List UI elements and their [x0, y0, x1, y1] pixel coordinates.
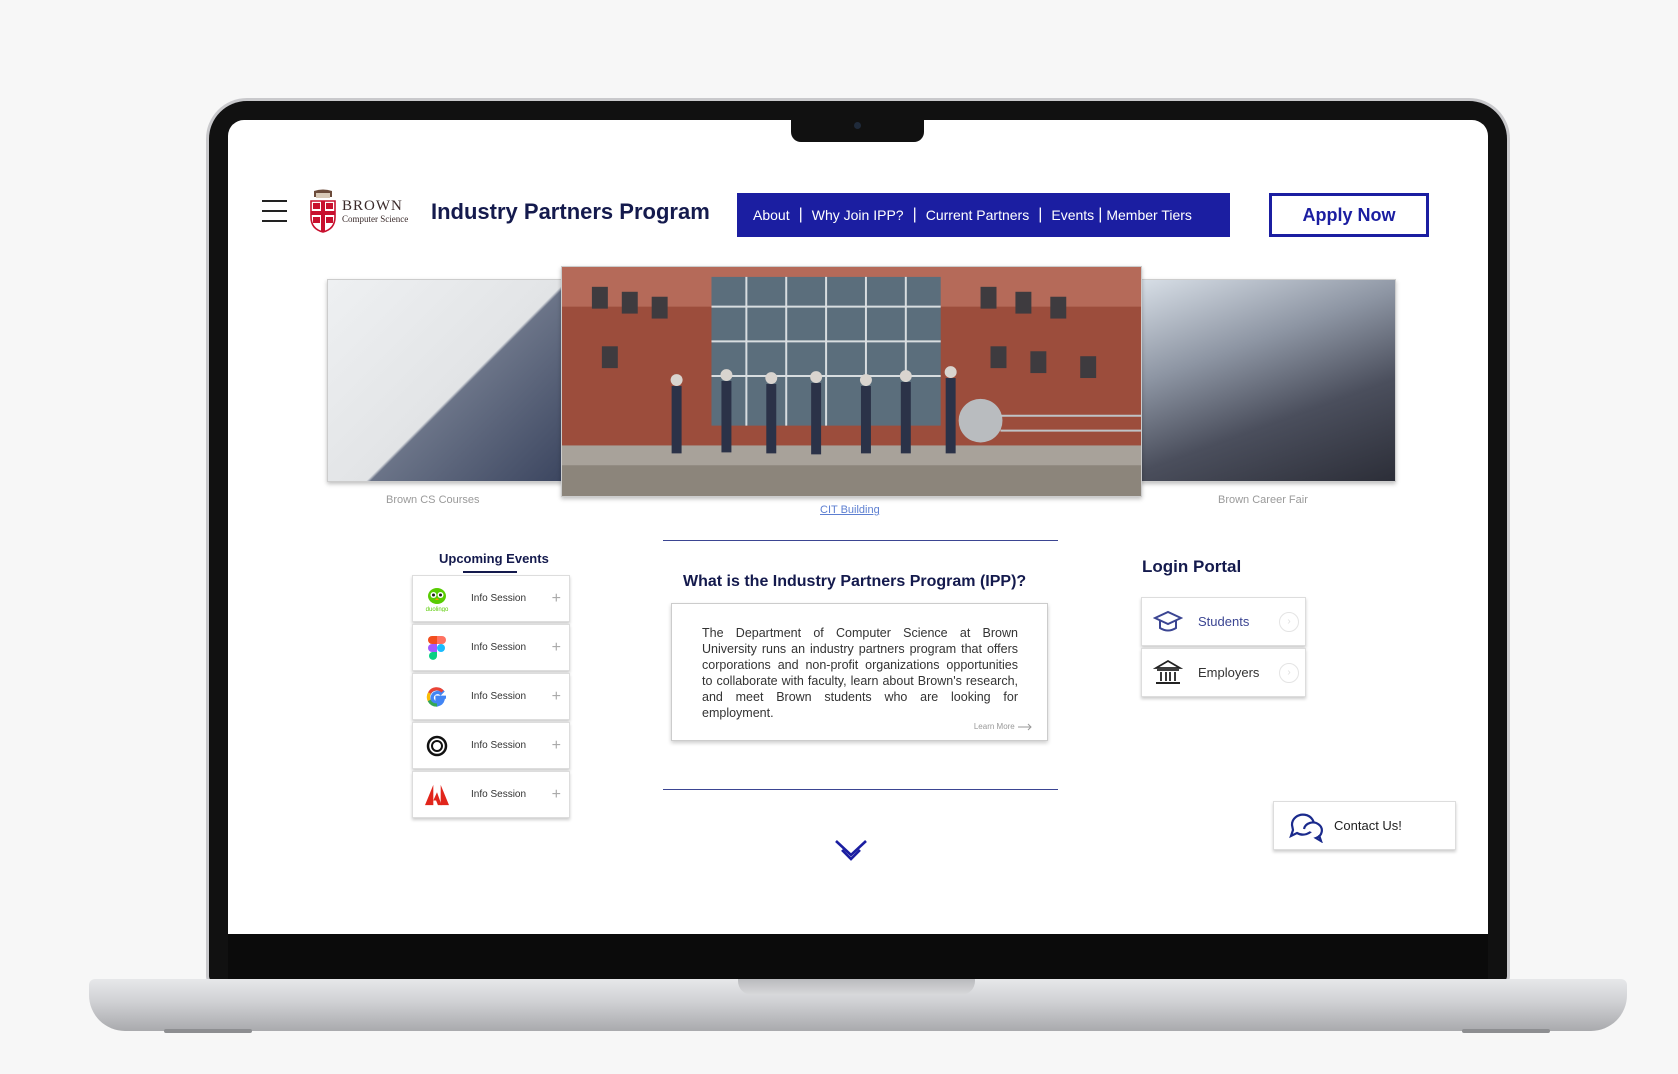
- brown-shield-icon: [310, 189, 336, 233]
- plus-icon[interactable]: +: [552, 639, 561, 657]
- events-title-underline: [463, 571, 517, 573]
- event-item-duolingo[interactable]: duolingo Info Session +: [412, 575, 570, 622]
- figma-icon: [425, 635, 449, 660]
- students-label: Students: [1198, 614, 1250, 629]
- caption-career-fair: Brown Career Fair: [1218, 494, 1308, 506]
- carousel-photo-career-fair[interactable]: [1140, 279, 1396, 482]
- upcoming-events-title: Upcoming Events: [439, 551, 549, 566]
- ipp-description-card: The Department of Computer Science at Br…: [671, 603, 1048, 741]
- scroll-down-chevron-icon[interactable]: [833, 838, 869, 864]
- laptop-foot: [1462, 1029, 1550, 1033]
- google-icon: [425, 685, 449, 709]
- nav-why-join[interactable]: Why Join IPP?: [812, 207, 904, 223]
- apply-now-button[interactable]: Apply Now: [1269, 193, 1429, 237]
- chat-bubbles-icon: [1289, 813, 1323, 843]
- adobe-icon: [425, 783, 449, 807]
- caption-cs-courses: Brown CS Courses: [386, 494, 480, 506]
- carousel-photo-cit-building[interactable]: [561, 266, 1142, 497]
- laptop-opening-notch: [738, 979, 975, 995]
- event-item-adobe[interactable]: Info Session +: [412, 771, 570, 818]
- event-label: Info Session: [471, 642, 527, 653]
- hamburger-menu-icon[interactable]: [262, 200, 287, 222]
- chevron-right-icon: ›: [1279, 611, 1299, 632]
- chevron-right-icon: ›: [1279, 662, 1299, 683]
- camera-icon: [854, 122, 861, 129]
- students-login-button[interactable]: Students ›: [1141, 597, 1306, 646]
- ipp-description: The Department of Computer Science at Br…: [702, 626, 1018, 720]
- divider-bottom: [663, 789, 1058, 790]
- laptop-foot: [164, 1029, 252, 1033]
- plus-icon[interactable]: +: [552, 786, 561, 804]
- ipp-heading: What is the Industry Partners Program (I…: [683, 573, 1027, 590]
- event-label: Info Session: [471, 789, 527, 800]
- plus-icon[interactable]: +: [552, 590, 561, 608]
- svg-text:duolingo: duolingo: [426, 607, 449, 612]
- learn-more-label: Learn More: [973, 722, 1015, 731]
- openai-icon: [425, 734, 449, 758]
- contact-us-button[interactable]: Contact Us!: [1273, 801, 1456, 850]
- main-nav: About | Why Join IPP? | Current Partners…: [737, 193, 1230, 237]
- employers-label: Employers: [1198, 665, 1260, 680]
- carousel-photo-cs-courses[interactable]: [327, 279, 563, 482]
- employers-login-button[interactable]: Employers ›: [1141, 648, 1306, 697]
- brand-subtitle: Computer Science: [342, 213, 409, 224]
- caption-cit-building[interactable]: CIT Building: [820, 504, 880, 516]
- brown-cs-logo[interactable]: BROWN Computer Science: [309, 189, 408, 233]
- site-title: Industry Partners Program: [431, 199, 710, 224]
- event-item-figma[interactable]: Info Session +: [412, 624, 570, 671]
- laptop-screen: BROWN Computer Science Industry Partners…: [228, 120, 1488, 934]
- nav-separator: |: [798, 206, 803, 223]
- contact-label: Contact Us!: [1334, 818, 1402, 833]
- event-item-google[interactable]: Info Session +: [412, 673, 570, 720]
- event-label: Info Session: [471, 593, 527, 604]
- duolingo-icon: duolingo: [425, 587, 449, 612]
- nav-member-tiers[interactable]: Member Tiers: [1106, 207, 1192, 223]
- plus-icon[interactable]: +: [552, 688, 561, 706]
- plus-icon[interactable]: +: [552, 737, 561, 755]
- nav-separator: |: [912, 206, 917, 223]
- nav-current-partners[interactable]: Current Partners: [926, 207, 1029, 223]
- event-label: Info Session: [471, 691, 527, 702]
- nav-events[interactable]: Events: [1051, 207, 1094, 223]
- login-portal-title: Login Portal: [1142, 557, 1242, 576]
- graduation-cap-icon: [1153, 610, 1183, 631]
- bank-building-icon: [1153, 659, 1183, 684]
- learn-more-link[interactable]: Learn More: [974, 722, 1033, 731]
- nav-separator: |: [1038, 206, 1043, 223]
- event-item-openai[interactable]: Info Session +: [412, 722, 570, 769]
- nav-about[interactable]: About: [753, 207, 790, 223]
- laptop-bezel: [228, 934, 1488, 980]
- brand-name: BROWN: [342, 197, 403, 214]
- nav-separator: |: [1098, 206, 1103, 223]
- event-label: Info Session: [471, 740, 527, 751]
- divider-top: [663, 540, 1058, 541]
- arrow-right-icon: [1018, 723, 1032, 731]
